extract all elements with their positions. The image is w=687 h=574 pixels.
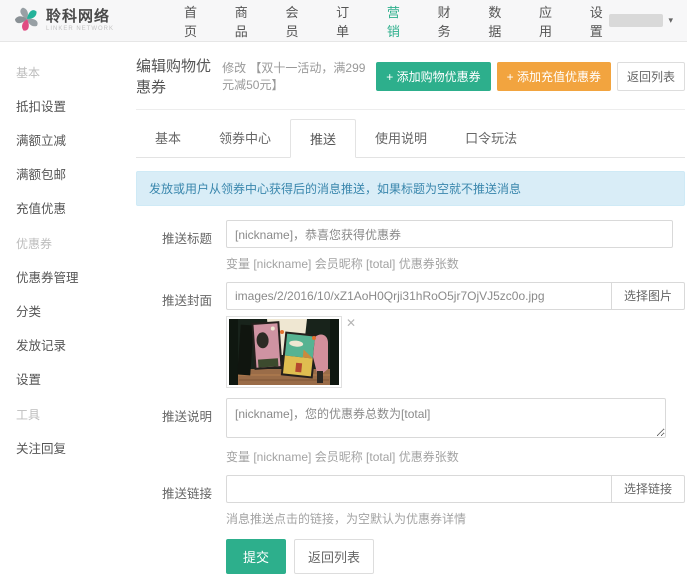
choose-image-button[interactable]: 选择图片 <box>612 282 685 310</box>
brand-subtitle: LINKER NETWORK <box>46 26 114 32</box>
tab-password-play[interactable]: 口令玩法 <box>446 119 536 158</box>
sidebar-item-issue-records[interactable]: 发放记录 <box>16 335 120 354</box>
back-to-list-button-bottom[interactable]: 返回列表 <box>294 539 374 574</box>
sidebar-item-free-shipping[interactable]: 满额包邮 <box>16 164 120 183</box>
tab-bar: 基本 领券中心 推送 使用说明 口令玩法 <box>136 119 685 158</box>
add-shopping-coupon-button[interactable]: + 添加购物优惠券 <box>376 62 490 91</box>
main-nav: 首页 商品 会员 订单 营销 财务 数据 应用 设置 <box>184 2 609 40</box>
sidebar-item-recharge-discount[interactable]: 充值优惠 <box>16 198 120 217</box>
chevron-down-icon: ▾ <box>668 15 673 26</box>
info-alert: 发放或用户从领券中心获得后的消息推送，如果标题为空就不推送消息 <box>136 171 685 206</box>
brand-name: 聆科网络 <box>46 9 114 26</box>
nav-item-products[interactable]: 商品 <box>235 2 255 40</box>
choose-link-button[interactable]: 选择链接 <box>612 475 685 503</box>
page-subtitle: 修改 【双十一活动，满299元减50元】 <box>222 59 376 93</box>
sidebar-section-basic: 基本 <box>16 64 120 81</box>
push-cover-label: 推送封面 <box>136 282 212 388</box>
top-navbar: 聆科网络 LINKER NETWORK 首页 商品 会员 订单 营销 财务 数据… <box>0 0 687 42</box>
push-title-input[interactable] <box>226 220 673 248</box>
push-title-hint: 变量 [nickname] 会员昵称 [total] 优惠券张数 <box>226 255 673 272</box>
sidebar-item-settings[interactable]: 设置 <box>16 369 120 388</box>
nav-item-data[interactable]: 数据 <box>488 2 508 40</box>
brand-logo: 聆科网络 LINKER NETWORK <box>14 6 154 35</box>
user-menu[interactable]: ▾ <box>609 14 673 27</box>
page-header: 编辑购物优惠券 修改 【双十一活动，满299元减50元】 + 添加购物优惠券 +… <box>136 42 685 110</box>
tab-usage-instructions[interactable]: 使用说明 <box>356 119 446 158</box>
push-link-input[interactable] <box>226 475 612 503</box>
tab-basic[interactable]: 基本 <box>136 119 200 158</box>
push-form: 推送标题 变量 [nickname] 会员昵称 [total] 优惠券张数 推送… <box>136 220 685 574</box>
sidebar-item-category[interactable]: 分类 <box>16 301 120 320</box>
sidebar-item-full-reduction[interactable]: 满额立减 <box>16 130 120 149</box>
push-desc-label: 推送说明 <box>136 398 212 465</box>
sidebar-section-coupon: 优惠券 <box>16 235 120 252</box>
nav-item-members[interactable]: 会员 <box>285 2 305 40</box>
nav-item-orders[interactable]: 订单 <box>336 2 356 40</box>
nav-item-finance[interactable]: 财务 <box>438 2 458 40</box>
tab-coupon-center[interactable]: 领券中心 <box>200 119 290 158</box>
sidebar-section-tools: 工具 <box>16 406 120 423</box>
sidebar-item-coupon-manage[interactable]: 优惠券管理 <box>16 267 120 286</box>
nav-item-home[interactable]: 首页 <box>184 2 204 40</box>
push-desc-hint: 变量 [nickname] 会员昵称 [total] 优惠券张数 <box>226 448 666 465</box>
submit-button[interactable]: 提交 <box>226 539 286 574</box>
push-link-hint: 消息推送点击的链接，为空默认为优惠券详情 <box>226 510 685 527</box>
push-link-label: 推送链接 <box>136 475 212 527</box>
remove-cover-icon[interactable]: ✕ <box>346 316 356 330</box>
sidebar: 基本 抵扣设置 满额立减 满额包邮 充值优惠 优惠券 优惠券管理 分类 发放记录… <box>0 42 120 525</box>
add-recharge-coupon-button[interactable]: + 添加充值优惠券 <box>497 62 611 91</box>
nav-item-marketing[interactable]: 营销 <box>387 2 407 40</box>
back-to-list-button-top[interactable]: 返回列表 <box>617 62 685 91</box>
pinwheel-logo-icon <box>14 6 40 35</box>
user-name-redacted <box>609 14 663 27</box>
push-desc-textarea[interactable]: [nickname]，您的优惠券总数为[total] <box>226 398 666 438</box>
sidebar-item-follow-reply[interactable]: 关注回复 <box>16 438 120 457</box>
sidebar-item-deduction-settings[interactable]: 抵扣设置 <box>16 96 120 115</box>
nav-item-apps[interactable]: 应用 <box>539 2 559 40</box>
cover-preview-image <box>226 316 342 388</box>
page-title: 编辑购物优惠券 <box>136 55 215 97</box>
tab-push[interactable]: 推送 <box>290 119 356 158</box>
push-title-label: 推送标题 <box>136 220 212 272</box>
push-cover-input[interactable] <box>226 282 612 310</box>
main-content: 编辑购物优惠券 修改 【双十一活动，满299元减50元】 + 添加购物优惠券 +… <box>120 42 687 525</box>
nav-item-settings[interactable]: 设置 <box>590 2 610 40</box>
